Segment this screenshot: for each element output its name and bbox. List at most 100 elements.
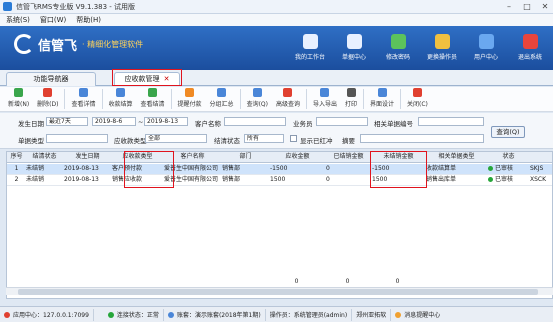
menu-system[interactable]: 系统(S) xyxy=(6,15,30,25)
nav-item[interactable]: 退出系统 xyxy=(513,34,547,61)
toolbar-button[interactable]: 查看详情 xyxy=(67,87,99,111)
menu-window[interactable]: 窗口(W) xyxy=(40,15,66,25)
table-cell: -1500 xyxy=(270,165,288,172)
toolbar-button[interactable]: 查看结清 xyxy=(137,87,169,111)
column-header[interactable]: 发生日期 xyxy=(63,152,111,162)
toolbar-button[interactable]: 高级查询 xyxy=(272,87,304,111)
toolbar-separator xyxy=(64,89,66,109)
recv-type-label: 应收款类型 xyxy=(114,137,147,145)
column-header[interactable]: 已结销金额 xyxy=(325,152,371,162)
column-header[interactable]: 序号 xyxy=(7,152,25,162)
close-window-button[interactable]: ✕ xyxy=(539,1,551,12)
advanced-query-icon xyxy=(283,88,293,97)
table-row[interactable]: 1 未结销 2019-08-13 客户预付款 爱普生中国有限公司 销售部 -1500 0 -15… xyxy=(7,164,552,175)
brand-tagline: · 精细化管理软件 xyxy=(82,39,144,49)
column-header[interactable]: 客户名称 xyxy=(163,152,221,162)
nav-item[interactable]: 更换操作员 xyxy=(425,34,459,61)
settle-select[interactable]: 所有 xyxy=(244,134,284,143)
recv-type-select[interactable]: 全部 xyxy=(145,134,207,143)
toolbar-separator xyxy=(170,89,172,109)
query-button[interactable]: 查询(Q) xyxy=(491,126,525,138)
toolbar-button[interactable]: 删除(D) xyxy=(33,87,62,111)
top-nav: 我的工作台 单据中心 修改密码 更换操作员 用户中心 退出系统 xyxy=(293,34,547,61)
maximize-button[interactable]: □ xyxy=(521,1,533,12)
column-header[interactable]: 结清状态 xyxy=(25,152,63,162)
toolbar-button[interactable]: 查询(Q) xyxy=(243,87,272,111)
toolbar-button[interactable]: 界面设计 xyxy=(366,87,398,111)
scrollbar-thumb[interactable] xyxy=(18,289,538,295)
summary-input[interactable] xyxy=(360,134,484,143)
tab-receivables[interactable]: 应收款管理 ✕ xyxy=(114,72,180,86)
settled-icon xyxy=(148,88,158,97)
column-header[interactable]: 应收金额 xyxy=(269,152,325,162)
table-cell: 销售部 xyxy=(222,165,241,172)
title-bar: 信管飞RMS专业版 V9.1.383 - 试用版 – □ ✕ xyxy=(0,0,553,14)
tab-function-navigator[interactable]: 功能导航器 xyxy=(6,72,96,86)
table-row[interactable]: 2 未结销 2019-08-13 销售应收款 爱普生中国有限公司 销售部 1500 0 1500… xyxy=(7,175,552,186)
column-header[interactable]: 部门 xyxy=(221,152,269,162)
table-cell: 未结销 xyxy=(26,176,45,183)
reminder-icon xyxy=(185,88,195,97)
status-messages[interactable]: 消息提醒中心 xyxy=(391,309,444,321)
show-red-checkbox[interactable] xyxy=(290,135,297,142)
toolbar-button-label: 查看结清 xyxy=(140,101,165,108)
minimize-button[interactable]: – xyxy=(503,1,515,12)
view-icon xyxy=(78,88,88,97)
column-header[interactable]: 应收款类型 xyxy=(111,152,163,162)
toolbar-button-label: 打印 xyxy=(345,101,358,108)
salesman-input[interactable] xyxy=(316,117,368,126)
table-cell: 1500 xyxy=(372,176,388,183)
nav-item[interactable]: 修改密码 xyxy=(381,34,415,61)
key-icon xyxy=(390,34,406,49)
tab-close-icon[interactable]: ✕ xyxy=(164,75,170,83)
monitor-icon xyxy=(302,34,318,49)
table-cell: 2 xyxy=(14,176,19,183)
toolbar-button[interactable]: 打印 xyxy=(341,87,361,111)
status-text: 已审核 xyxy=(495,165,514,172)
power-icon xyxy=(522,34,538,49)
nav-item-label: 我的工作台 xyxy=(294,54,325,61)
related-no-input[interactable] xyxy=(418,117,484,126)
column-header[interactable]: 未结销金额 xyxy=(371,152,425,162)
column-header[interactable]: 状态 xyxy=(487,152,529,162)
toolbar-button[interactable]: 收款结算 xyxy=(105,87,137,111)
date-to-field[interactable]: 2019-8-13 xyxy=(144,117,188,126)
toolbar-button[interactable]: 导入导出 xyxy=(309,87,341,111)
summary-label: 摘要 xyxy=(342,137,355,145)
user-icon xyxy=(478,34,494,49)
user-switch-icon xyxy=(434,34,450,49)
account-text: 账套：演示账套(2018年第1期) xyxy=(176,312,261,319)
table-cell: 销售部 xyxy=(222,176,241,183)
toolbar-button[interactable]: 关闭(C) xyxy=(403,87,432,111)
nav-item[interactable]: 用户中心 xyxy=(469,34,503,61)
date-range-select[interactable]: 最近7天 xyxy=(46,117,88,126)
related-no-label: 相关单据编号 xyxy=(374,120,413,128)
status-check-icon xyxy=(488,166,493,171)
nav-item[interactable]: 我的工作台 xyxy=(293,34,327,61)
toolbar-button[interactable]: 提醒付款 xyxy=(174,87,206,111)
tab-label: 功能导航器 xyxy=(33,75,69,83)
brand-name: 信管飞 xyxy=(38,38,78,54)
menu-help[interactable]: 帮助(H) xyxy=(76,15,101,25)
operator-text: 操作员：系统管理员(admin) xyxy=(269,312,348,319)
toolbar-separator xyxy=(305,89,307,109)
salesman-label: 业务员 xyxy=(293,120,313,128)
nav-item-label: 修改密码 xyxy=(385,54,410,61)
table-cell: XSCK xyxy=(530,176,547,183)
column-header[interactable]: 相关单据类型 xyxy=(425,152,487,162)
import-export-icon xyxy=(320,88,330,97)
toolbar-button-label: 分组汇总 xyxy=(209,101,234,108)
customer-input[interactable] xyxy=(224,117,286,126)
table-cell: 客户预付款 xyxy=(112,165,143,172)
toolbar-button[interactable]: 分组汇总 xyxy=(206,87,238,111)
horizontal-scrollbar[interactable] xyxy=(6,287,553,295)
nav-item[interactable]: 单据中心 xyxy=(337,34,371,61)
bill-type-input[interactable] xyxy=(46,134,108,143)
toolbar-button[interactable]: 新增(N) xyxy=(4,87,33,111)
filter-panel: 发生日期 最近7天 2019-8-6 ~ 2019-8-13 客户名称 业务员 … xyxy=(0,113,553,149)
table-cell: 0 xyxy=(326,165,330,172)
date-from-field[interactable]: 2019-8-6 xyxy=(92,117,136,126)
toolbar-button-label: 查询(Q) xyxy=(246,101,268,108)
window-title: 信管飞RMS专业版 V9.1.383 - 试用版 xyxy=(16,2,136,11)
messages-text[interactable]: 消息提醒中心 xyxy=(404,310,440,319)
